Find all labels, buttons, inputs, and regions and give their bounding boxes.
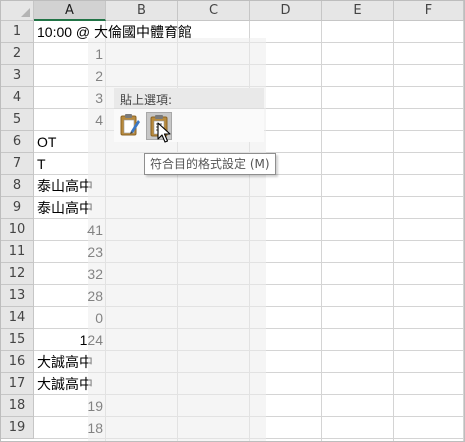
paste-options-panel [114, 109, 264, 142]
select-all-corner[interactable] [1, 1, 34, 21]
cell-a17[interactable]: 大誠高中 [34, 373, 96, 394]
paste-options-label: 貼上選項: [120, 93, 173, 107]
row-header-4[interactable]: 4 [1, 87, 34, 109]
row-header-12[interactable]: 12 [1, 263, 34, 285]
row-header-18[interactable]: 18 [1, 395, 34, 417]
row-header-13[interactable]: 13 [1, 285, 34, 307]
row-header-5[interactable]: 5 [1, 109, 34, 131]
column-header-a[interactable]: A [34, 1, 106, 21]
cell-a8[interactable]: 泰山高中 [34, 175, 96, 196]
cell-a6[interactable]: OT [34, 131, 59, 152]
row-header-16[interactable]: 16 [1, 351, 34, 373]
row-header-2[interactable]: 2 [1, 43, 34, 65]
row-header-11[interactable]: 11 [1, 241, 34, 263]
row-header-8[interactable]: 8 [1, 175, 34, 197]
row-header-7[interactable]: 7 [1, 153, 34, 175]
row-header-17[interactable]: 17 [1, 373, 34, 395]
cell-a7[interactable]: T [34, 153, 49, 174]
row-header-1[interactable]: 1 [1, 21, 34, 43]
column-gridline [321, 21, 322, 441]
row-header-9[interactable]: 9 [1, 197, 34, 219]
column-gridline [393, 21, 394, 441]
column-header-f[interactable]: F [394, 1, 464, 21]
spreadsheet-window: ABCDEF 1 2 3 4 5 6 7 8 9 10 11 12 13 14 15 16 17 18 19 10:… [0, 0, 465, 442]
mouse-pointer-icon [157, 122, 171, 143]
column-header-b[interactable]: B [106, 1, 178, 21]
column-gridline [463, 21, 464, 441]
row-header-15[interactable]: 15 [1, 329, 34, 351]
cell-a16[interactable]: 大誠高中 [34, 351, 96, 372]
keep-source-formatting-button[interactable] [118, 112, 144, 140]
row-header-14[interactable]: 14 [1, 307, 34, 329]
row-header-19[interactable]: 19 [1, 417, 34, 439]
cell-a9[interactable]: 泰山高中 [34, 197, 96, 218]
select-all-triangle-icon [21, 8, 30, 17]
paste-option-tooltip: 符合目的格式設定 (M) [144, 153, 276, 175]
keep-source-formatting-icon [120, 114, 140, 136]
row-header-10[interactable]: 10 [1, 219, 34, 241]
column-header-e[interactable]: E [322, 1, 394, 21]
column-header-c[interactable]: C [178, 1, 250, 21]
row-header-6[interactable]: 6 [1, 131, 34, 153]
row-header-3[interactable]: 3 [1, 65, 34, 87]
column-header-d[interactable]: D [250, 1, 322, 21]
